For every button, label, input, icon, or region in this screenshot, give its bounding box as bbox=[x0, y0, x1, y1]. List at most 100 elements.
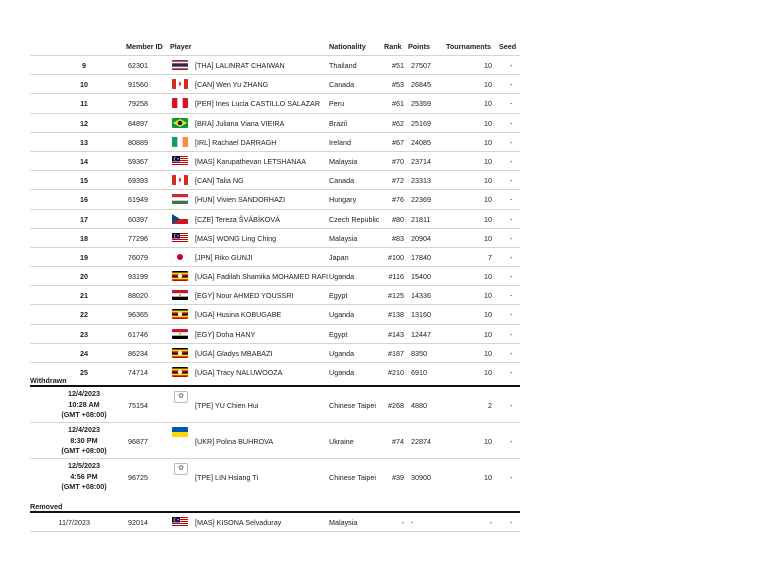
flag bbox=[172, 98, 188, 109]
player-name-link[interactable]: [MAS] WONG Ling Ching bbox=[195, 234, 276, 243]
withdrawn-date: 12/4/2023 bbox=[68, 389, 100, 398]
player-name-link[interactable]: [UGA] Tracy NALUWOOZA bbox=[195, 368, 282, 377]
flag bbox=[172, 79, 188, 90]
member-id: 69393 bbox=[128, 176, 148, 186]
rank: #100 bbox=[388, 252, 404, 262]
rank: #39 bbox=[392, 473, 404, 482]
malaysia-flag bbox=[172, 517, 188, 527]
flag bbox=[172, 517, 188, 527]
player-name-link[interactable]: [EGY] Doha HANY bbox=[195, 330, 255, 339]
rank: #138 bbox=[388, 310, 404, 320]
points: - bbox=[411, 518, 414, 527]
player-name-link[interactable]: [UGA] Husina KOBUGABE bbox=[195, 310, 281, 319]
table-row: 9 62301 [THA] LALINRAT CHAIWAN Thailand … bbox=[30, 55, 520, 74]
malaysia-flag bbox=[172, 232, 188, 243]
withdrawn-timezone: (GMT +08:00) bbox=[61, 446, 107, 455]
rank: #187 bbox=[388, 348, 404, 358]
table-row: 21 88020 [EGY] Nour AHMED YOUSSRI Egypt … bbox=[30, 285, 520, 304]
withdrawn-row: 12/5/2023 4:56 PM (GMT +08:00) 96725 ✿ [… bbox=[30, 458, 520, 494]
player-name-link[interactable]: [TPE] LIN Hsiang Ti bbox=[195, 473, 258, 482]
player-name-link[interactable]: [JPN] Riko GUNJI bbox=[195, 253, 253, 262]
rank: #143 bbox=[388, 329, 404, 339]
header-member-id: Member ID bbox=[126, 42, 163, 51]
withdrawn-date: 12/5/2023 bbox=[68, 461, 100, 470]
rank: #80 bbox=[392, 214, 404, 224]
player-name-link[interactable]: [MAS] Karupathevan LETSHANAA bbox=[195, 157, 306, 166]
withdrawn-datetime: 12/4/2023 8:30 PM (GMT +08:00) bbox=[30, 425, 138, 457]
flag bbox=[172, 347, 188, 358]
points: 27507 bbox=[411, 61, 431, 70]
rank: #61 bbox=[392, 99, 404, 109]
tournaments: 10 bbox=[484, 329, 492, 339]
players-table: 9 62301 [THA] LALINRAT CHAIWAN Thailand … bbox=[30, 55, 520, 381]
czech-flag bbox=[172, 213, 188, 224]
rank: #76 bbox=[392, 195, 404, 205]
nationality: Egypt bbox=[329, 329, 348, 339]
member-id: 96877 bbox=[128, 437, 148, 446]
table-row: 13 80889 [IRL] Rachael DARRAGH Ireland #… bbox=[30, 131, 520, 151]
rank: #70 bbox=[392, 156, 404, 166]
entry-number: 16 bbox=[80, 195, 88, 205]
entry-number: 20 bbox=[80, 272, 88, 282]
player-name-link[interactable]: [HUN] Vivien SANDORHAZI bbox=[195, 195, 285, 204]
member-id: 74714 bbox=[128, 368, 148, 377]
player-name-link[interactable]: [UGA] Gladys MBABAZI bbox=[195, 349, 272, 358]
seed: - bbox=[510, 291, 513, 301]
table-row: 17 60397 [CZE] Tereza ŠVÁBÍKOVÁ Czech Re… bbox=[30, 208, 520, 228]
seed: - bbox=[510, 156, 513, 166]
table-row: 23 61746 [EGY] Doha HANY Egypt #143 1244… bbox=[30, 323, 520, 343]
member-id: 84897 bbox=[128, 118, 148, 128]
tournaments: 10 bbox=[484, 348, 492, 358]
member-id: 93199 bbox=[128, 272, 148, 282]
player-name-link[interactable]: [CAN] Talia NG bbox=[195, 176, 244, 185]
seed: - bbox=[510, 252, 513, 262]
player-name-link[interactable]: [UGA] Fadilah Shamika MOHAMED RAFI bbox=[195, 272, 328, 281]
rank: #62 bbox=[392, 118, 404, 128]
withdrawn-time: 4:56 PM bbox=[70, 471, 98, 481]
rank: #83 bbox=[392, 233, 404, 243]
nationality: Ukraine bbox=[329, 437, 354, 446]
rank: #72 bbox=[392, 176, 404, 186]
table-row: 19 76079 [JPN] Riko GUNJI Japan #100 178… bbox=[30, 246, 520, 266]
entry-number: 21 bbox=[80, 291, 88, 301]
member-id: 92014 bbox=[128, 518, 148, 527]
entry-number: 23 bbox=[80, 329, 88, 339]
malaysia-flag bbox=[172, 155, 188, 166]
entry-number: 17 bbox=[80, 214, 88, 224]
peru-flag bbox=[172, 98, 188, 109]
points: 26845 bbox=[411, 80, 431, 90]
withdrawn-datetime: 12/5/2023 4:56 PM (GMT +08:00) bbox=[30, 461, 138, 493]
player-name-link[interactable]: [CAN] Wen Yu ZHANG bbox=[195, 80, 268, 89]
removed-title: Removed bbox=[30, 502, 63, 511]
nationality: Peru bbox=[329, 99, 345, 109]
player-name-link[interactable]: [PER] Ines Lucia CASTILLO SALAZAR bbox=[195, 99, 320, 108]
player-name-link[interactable]: [EGY] Nour AHMED YOUSSRI bbox=[195, 291, 294, 300]
player-name-link[interactable]: [UKR] Polina BUHROVA bbox=[195, 437, 273, 446]
nationality: Hungary bbox=[329, 195, 357, 205]
player-name-link[interactable]: [THA] LALINRAT CHAIWAN bbox=[195, 61, 285, 70]
flag bbox=[172, 290, 188, 301]
nationality: Thailand bbox=[329, 61, 357, 70]
points: 6910 bbox=[411, 368, 427, 377]
player-name-link[interactable]: [MAS] KISONA Selvaduray bbox=[195, 518, 281, 527]
withdrawn-row: 12/4/2023 10:28 AM (GMT +08:00) 75154 ✿ … bbox=[30, 387, 520, 422]
points: 22369 bbox=[411, 195, 431, 205]
entry-number: 22 bbox=[80, 310, 88, 320]
nationality: Brazil bbox=[329, 118, 347, 128]
tournaments: - bbox=[489, 518, 492, 527]
tournaments: 10 bbox=[484, 437, 492, 446]
withdrawn-time: 10:28 AM bbox=[68, 399, 100, 409]
nationality: Egypt bbox=[329, 291, 348, 301]
nationality: Uganda bbox=[329, 310, 355, 320]
player-name-link[interactable]: [CZE] Tereza ŠVÁBÍKOVÁ bbox=[195, 215, 280, 224]
points: 12447 bbox=[411, 329, 431, 339]
player-name-link[interactable]: [TPE] YU Chien Hui bbox=[195, 401, 258, 410]
nationality: Chinese Taipei bbox=[329, 401, 377, 410]
entry-number: 18 bbox=[80, 233, 88, 243]
player-name-link[interactable]: [IRL] Rachael DARRAGH bbox=[195, 138, 276, 147]
member-id: 96725 bbox=[128, 473, 148, 482]
member-id: 96365 bbox=[128, 310, 148, 320]
player-name-link[interactable]: [BRA] Juliana Viana VIEIRA bbox=[195, 119, 284, 128]
points: 4880 bbox=[411, 401, 427, 410]
table-row: 11 79258 [PER] Ines Lucia CASTILLO SALAZ… bbox=[30, 93, 520, 112]
